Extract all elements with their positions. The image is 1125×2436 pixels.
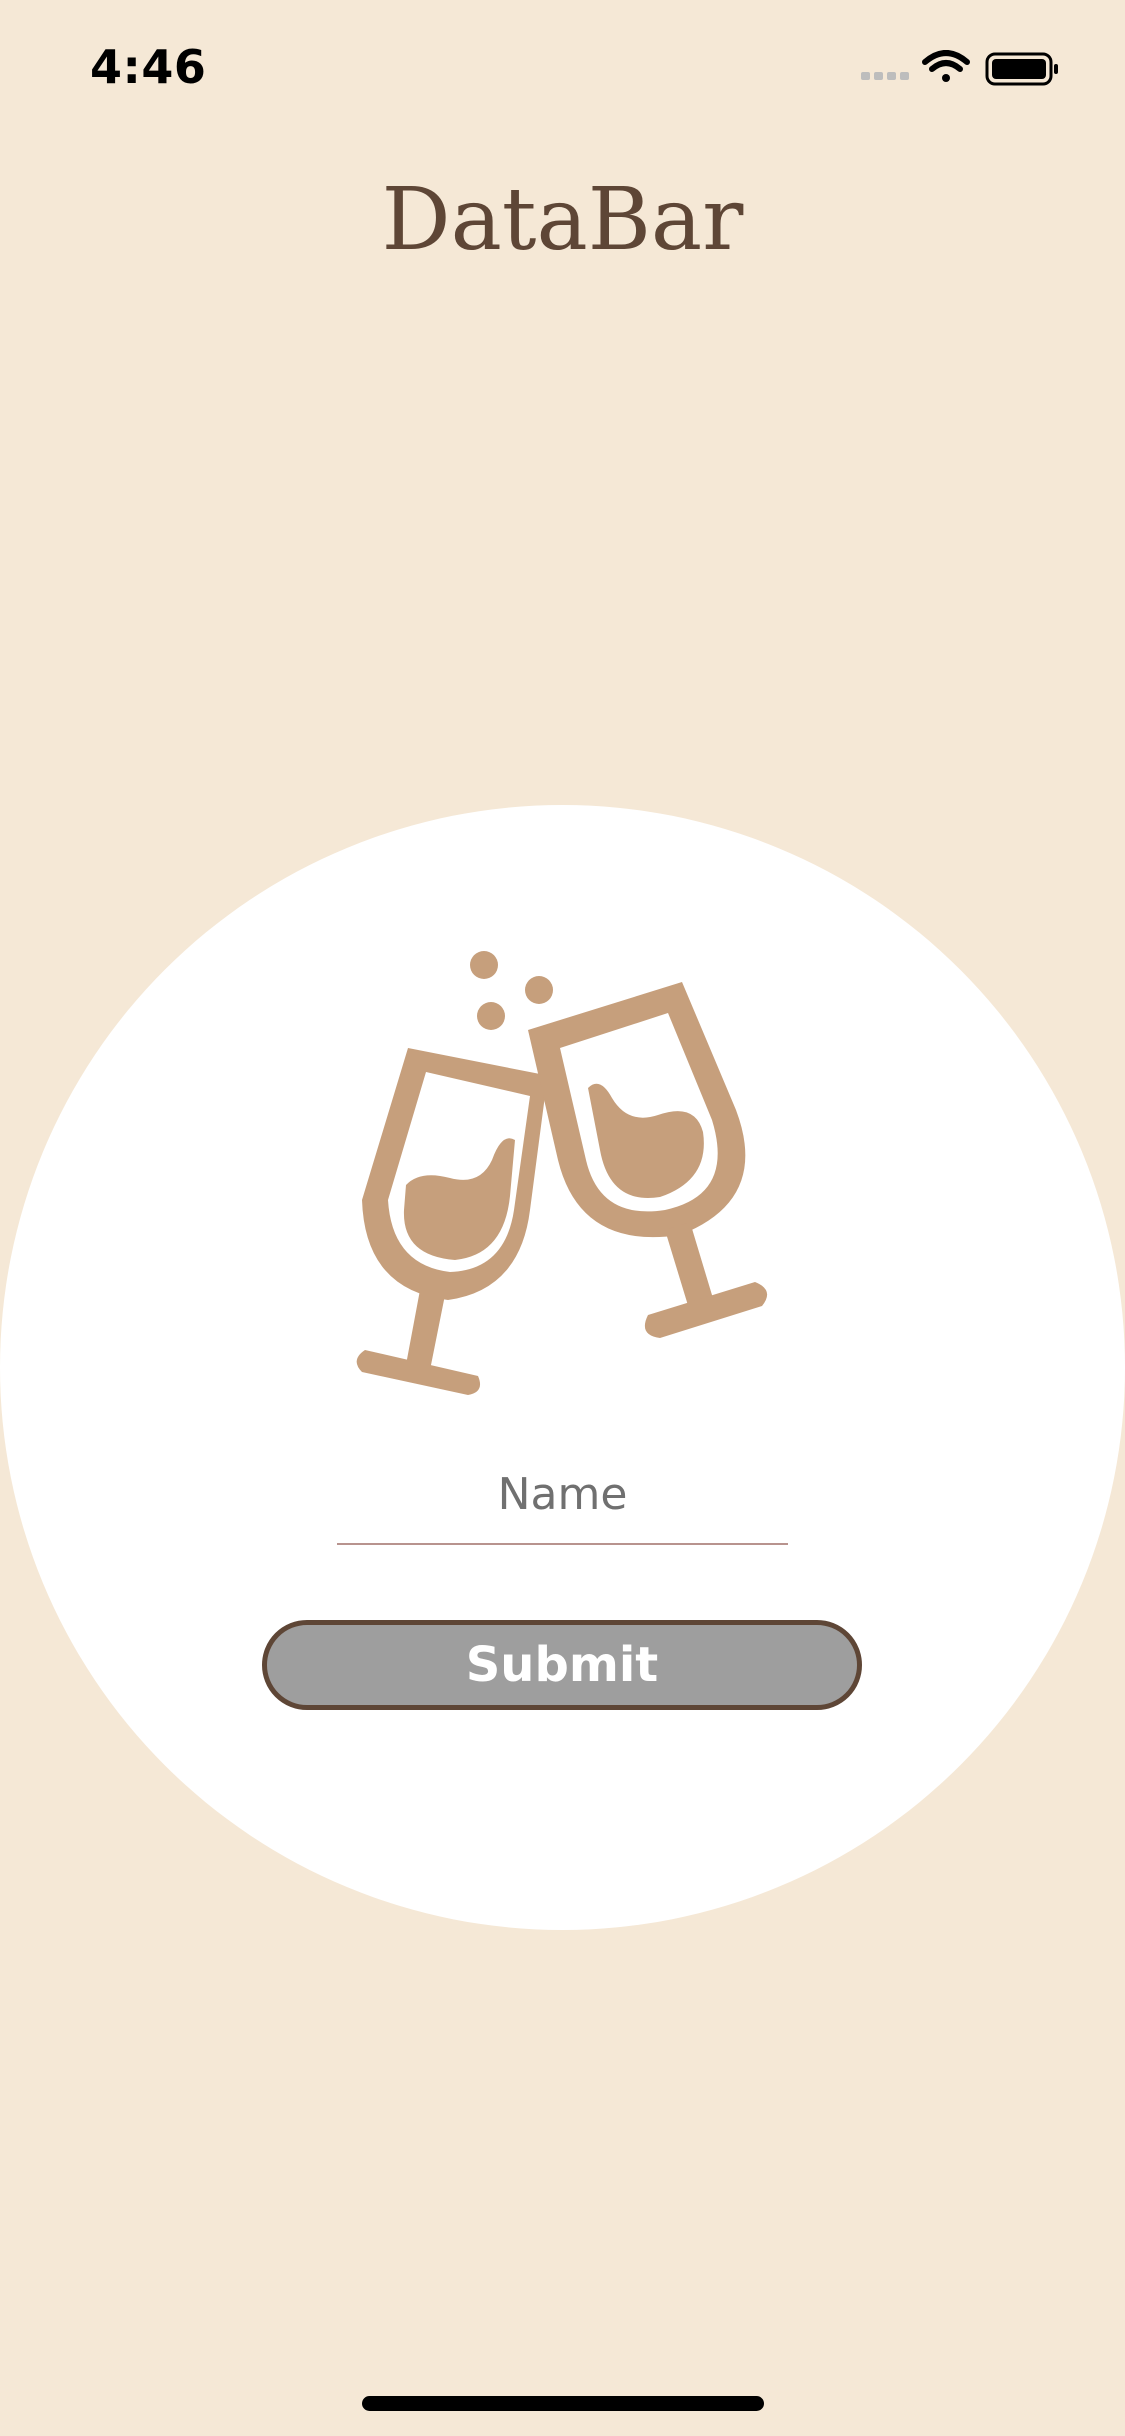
signal-icon bbox=[861, 72, 909, 80]
name-input[interactable] bbox=[337, 1435, 788, 1545]
submit-button[interactable]: Submit bbox=[262, 1620, 862, 1710]
toasting-glasses-icon bbox=[350, 940, 780, 1410]
battery-icon bbox=[985, 52, 1058, 86]
status-icons bbox=[861, 50, 1081, 90]
wifi-icon bbox=[922, 50, 970, 82]
app-title: DataBar bbox=[381, 170, 744, 270]
home-indicator bbox=[362, 2396, 764, 2411]
status-bar: 4:46 bbox=[0, 0, 1125, 140]
status-time: 4:46 bbox=[90, 40, 207, 94]
